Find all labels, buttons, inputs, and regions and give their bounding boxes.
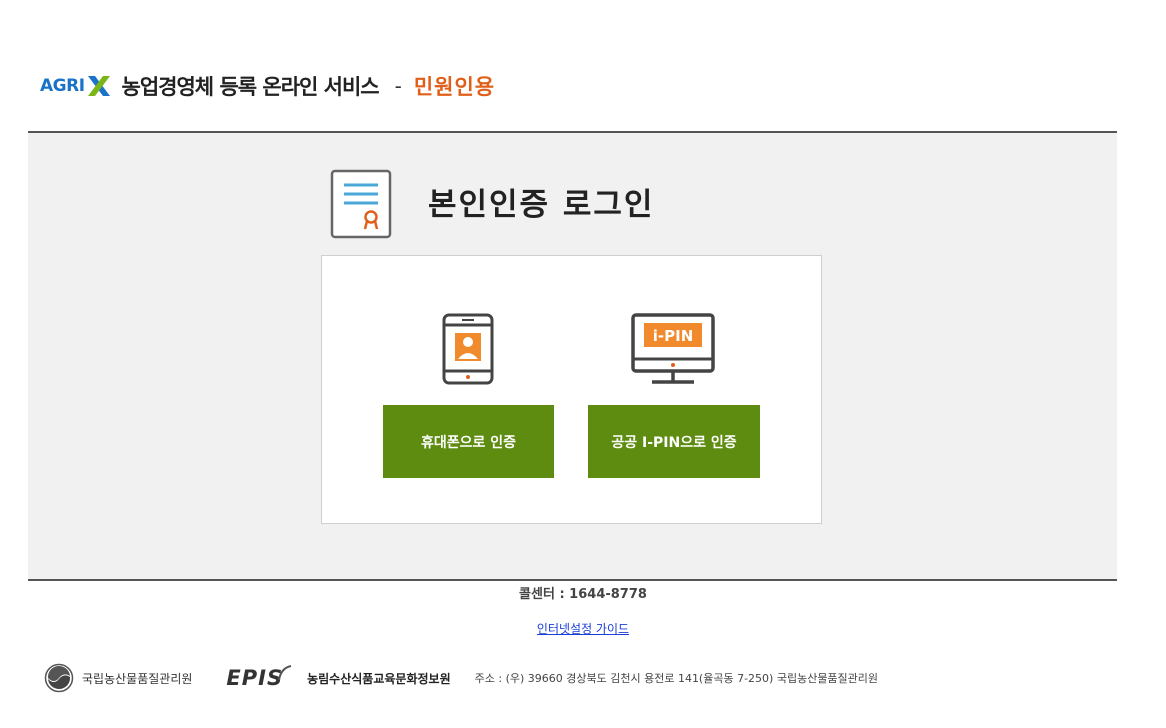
certificate-icon — [330, 169, 392, 239]
phone-auth-button[interactable]: 휴대폰으로 인증 — [383, 405, 554, 478]
call-center-info: 콜센터 : 1644-8778 — [519, 587, 647, 602]
org2-name: 농림수산식품교육문화정보원 — [307, 671, 451, 686]
logo-x-icon — [87, 76, 110, 96]
auth-options-box: i-PIN 휴대폰으로 인증 공공 I-PIN으로 인증 — [321, 255, 822, 524]
service-title: 농업경영체 등록 온라인 서비스 — [121, 75, 380, 99]
epis-arc-icon — [278, 665, 292, 681]
footer-organizations: 국립농산물품질관리원 EPIS 농림수산식품교육문화정보원 주소 : (우) 3… — [44, 660, 878, 696]
epis-logo: EPIS 농림수산식품교육문화정보원 — [226, 665, 451, 690]
internet-settings-guide-link[interactable]: 인터넷설정 가이드 — [537, 622, 629, 636]
footer-address: 주소 : (우) 39660 경상북도 김천시 용전로 141(율곡동 7-25… — [474, 672, 879, 685]
ipin-screen-text: i-PIN — [653, 327, 694, 345]
naqs-logo: 국립농산물품질관리원 — [44, 663, 192, 693]
ipin-monitor-icon: i-PIN — [631, 313, 715, 384]
org1-name: 국립농산물품질관리원 — [82, 671, 193, 686]
logo-agri-text: AGRI — [40, 76, 85, 96]
page-header: AGRI 농업경영체 등록 온라인 서비스 - 민원인용 — [40, 66, 495, 106]
ipin-auth-button[interactable]: 공공 I-PIN으로 인증 — [588, 405, 760, 478]
internet-guide: 인터넷설정 가이드 — [0, 620, 1166, 637]
login-panel: 본인인증 로그인 i-PIN 휴대폰으로 인증 공공 I-PIN으로 인증 — [28, 131, 1117, 581]
agrix-logo[interactable]: AGRI — [40, 74, 112, 98]
epis-logo-text: EPIS — [226, 666, 284, 690]
mobile-phone-icon — [442, 313, 494, 385]
login-title: 본인인증 로그인 — [428, 187, 655, 223]
title-separator: - — [394, 74, 402, 98]
government-emblem-icon — [44, 663, 74, 693]
user-type-title: 민원인용 — [413, 75, 496, 99]
